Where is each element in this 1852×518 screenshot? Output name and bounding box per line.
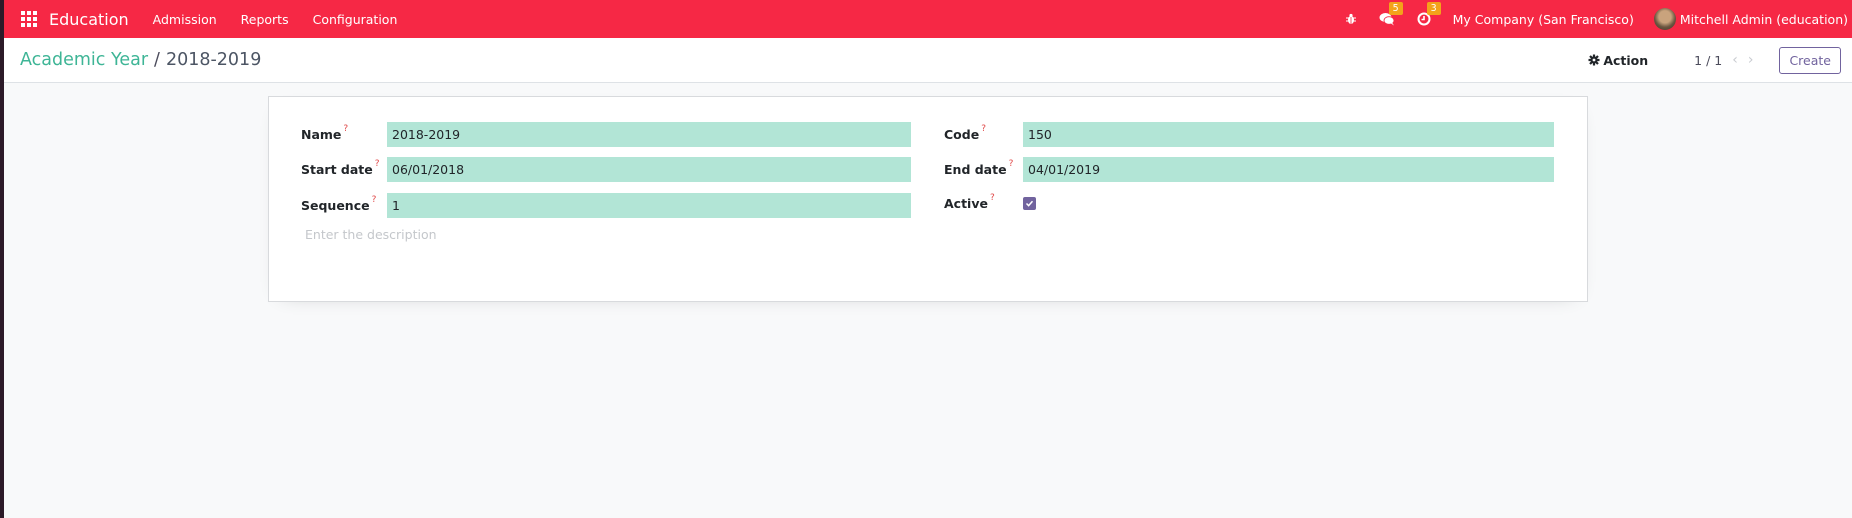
field-name: Name? <box>301 122 911 147</box>
user-menu[interactable]: Mitchell Admin (education) <box>1653 8 1848 30</box>
messages-badge: 5 <box>1388 2 1403 15</box>
start-date-input[interactable] <box>387 157 911 182</box>
field-sequence: Sequence? <box>301 193 911 218</box>
code-label: Code? <box>944 123 986 143</box>
action-button[interactable]: Action <box>1588 53 1648 68</box>
help-icon[interactable]: ? <box>375 159 380 169</box>
create-button[interactable]: Create <box>1779 46 1841 74</box>
field-end-date: End date? <box>944 157 1554 182</box>
menu-configuration[interactable]: Configuration <box>313 12 398 27</box>
help-icon[interactable]: ? <box>343 124 348 134</box>
checkmark-icon <box>1025 200 1034 207</box>
form-sheet: Name? Start date? Sequence? Code? End da… <box>268 96 1588 302</box>
menu-reports[interactable]: Reports <box>241 12 289 27</box>
company-switcher[interactable]: My Company (San Francisco) <box>1453 12 1634 27</box>
gear-icon <box>1588 54 1600 66</box>
user-name: Mitchell Admin (education) <box>1679 11 1848 27</box>
name-input[interactable] <box>387 122 911 147</box>
menu-admission[interactable]: Admission <box>153 12 217 27</box>
help-icon[interactable]: ? <box>372 195 377 205</box>
breadcrumb-parent[interactable]: Academic Year <box>20 50 148 70</box>
breadcrumb-current: 2018-2019 <box>165 50 262 70</box>
start-date-label: Start date? <box>301 158 380 178</box>
breadcrumb: Academic Year / 2018-2019 <box>20 50 261 70</box>
app-brand[interactable]: Education <box>49 10 129 29</box>
active-checkbox[interactable] <box>1023 197 1036 210</box>
sequence-label: Sequence? <box>301 194 377 214</box>
pager-next-button[interactable]: › <box>1748 52 1754 68</box>
help-icon[interactable]: ? <box>1009 159 1014 169</box>
active-label: Active? <box>944 192 995 212</box>
activities-button[interactable]: 3 <box>1417 2 1441 26</box>
bug-icon <box>1345 13 1356 24</box>
name-label: Name? <box>301 123 349 143</box>
description-field[interactable]: Enter the description <box>305 227 437 242</box>
code-input[interactable] <box>1023 122 1554 147</box>
activities-badge: 3 <box>1426 2 1441 15</box>
top-navbar: Education Admission Reports Configuratio… <box>4 0 1852 38</box>
end-date-label: End date? <box>944 158 1014 178</box>
messages-button[interactable]: 5 <box>1379 2 1403 26</box>
control-panel: Academic Year / 2018-2019 Action 1 / 1 ‹… <box>4 38 1852 83</box>
pager-value[interactable]: 1 / 1 <box>1694 53 1722 68</box>
breadcrumb-separator: / <box>154 50 160 70</box>
field-active: Active? <box>944 191 1036 216</box>
sequence-input[interactable] <box>387 193 911 218</box>
avatar <box>1653 8 1676 30</box>
action-label: Action <box>1603 52 1649 68</box>
help-icon[interactable]: ? <box>981 124 986 134</box>
help-icon[interactable]: ? <box>990 193 995 203</box>
apps-grid-icon[interactable] <box>21 11 37 27</box>
debug-button[interactable] <box>1345 13 1357 25</box>
end-date-input[interactable] <box>1023 157 1554 182</box>
field-start-date: Start date? <box>301 157 911 182</box>
field-code: Code? <box>944 122 1554 147</box>
pager-previous-button[interactable]: ‹ <box>1732 52 1738 68</box>
